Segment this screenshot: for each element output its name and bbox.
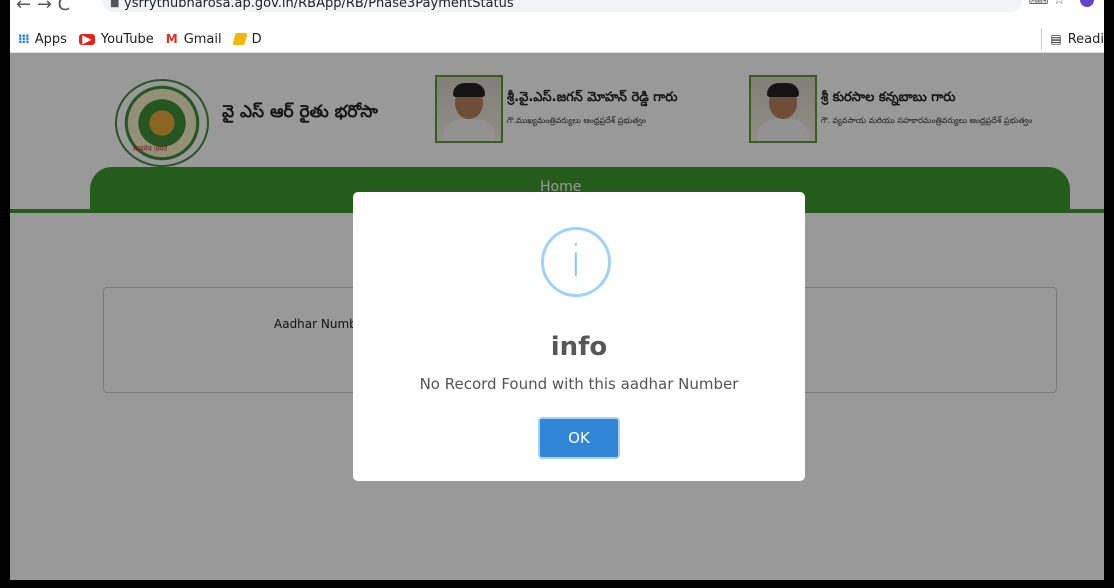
info-dialog: i info No Record Found with this aadhar … xyxy=(353,192,805,481)
star-icon[interactable]: ☆ xyxy=(1053,0,1066,8)
youtube-icon: ▶ xyxy=(78,33,95,45)
dialog-message: No Record Found with this aadhar Number xyxy=(419,375,739,393)
bookmark-apps[interactable]: ⁝⁝⁝ Apps xyxy=(18,32,67,47)
apps-icon: ⁝⁝⁝ xyxy=(18,32,30,46)
bookmark-label: Gmail xyxy=(183,31,222,47)
dialog-title: info xyxy=(550,332,608,362)
back-icon[interactable]: ← xyxy=(16,0,31,15)
bookmark-youtube[interactable]: ▶ YouTube xyxy=(78,31,154,47)
bookmark-d[interactable]: D xyxy=(232,31,262,47)
info-icon: i xyxy=(541,227,611,297)
url-text: ysrrythubharosa.ap.gov.in/RBApp/RB/Phase… xyxy=(124,0,514,11)
gmail-icon: M xyxy=(165,32,178,46)
reading-list-button[interactable]: ▤ Readi xyxy=(1041,28,1104,50)
browser-nav-buttons[interactable]: ← → C xyxy=(16,0,70,15)
bookmarks-bar: ⁝⁝⁝ Apps ▶ YouTube M Gmail D ▤ Readi xyxy=(10,28,1104,50)
bookmark-icon xyxy=(232,33,248,45)
translate-icon[interactable]: ⌨ xyxy=(1028,0,1048,8)
bookmark-label: Apps xyxy=(34,31,67,47)
page-viewport: सत्यमेव जयते వై ఎస్ ఆర్ రైతు భరోసా శ్రీ.… xyxy=(10,53,1104,580)
bookmark-gmail[interactable]: M Gmail xyxy=(166,32,222,47)
profile-avatar[interactable] xyxy=(1080,0,1094,7)
reading-list-label: Readi xyxy=(1067,31,1104,47)
bookmark-label: D xyxy=(251,31,262,47)
reading-list-icon: ▤ xyxy=(1050,32,1062,46)
ok-button[interactable]: OK xyxy=(538,417,620,459)
lock-icon: ■ xyxy=(110,0,120,9)
browser-right-controls: ⌨ ☆ xyxy=(1028,0,1094,8)
address-bar[interactable]: ■ ysrrythubharosa.ap.gov.in/RBApp/RB/Pha… xyxy=(102,0,1022,12)
forward-icon[interactable]: → xyxy=(37,0,52,15)
browser-chrome: ← → C ■ ysrrythubharosa.ap.gov.in/RBApp/… xyxy=(10,0,1104,53)
reload-icon[interactable]: C xyxy=(58,0,71,15)
bookmark-label: YouTube xyxy=(100,31,154,47)
